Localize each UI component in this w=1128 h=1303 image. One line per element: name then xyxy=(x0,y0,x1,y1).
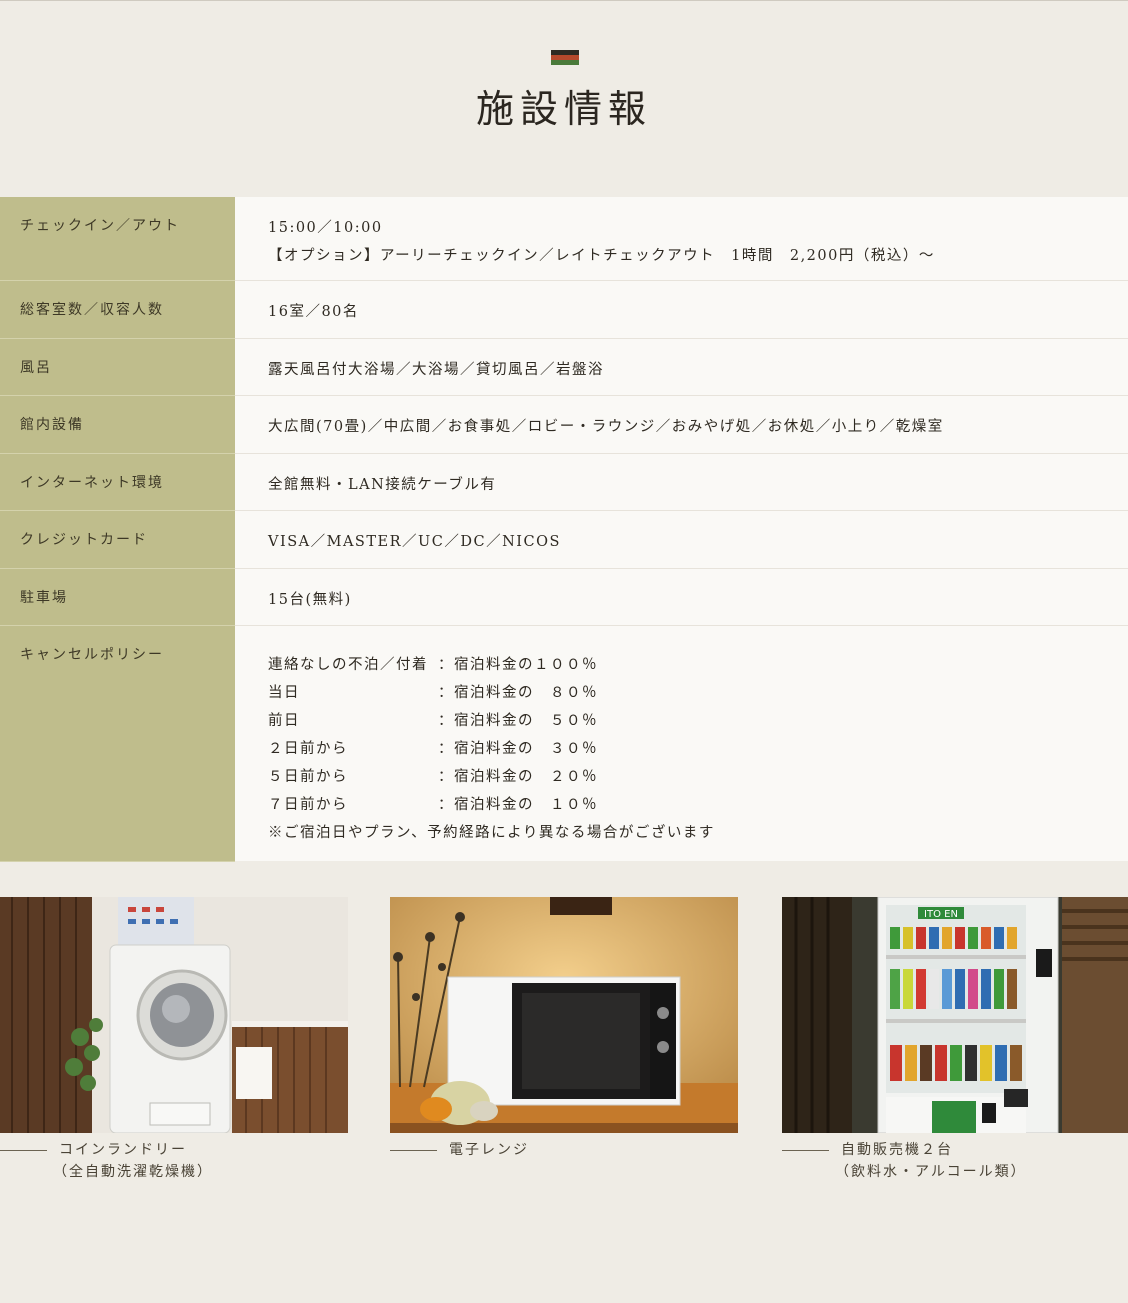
cancel-when: 当日 xyxy=(268,685,300,701)
value-line: VISA／MASTER／UC／DC／NICOS xyxy=(268,534,561,550)
caption-title: コインランドリー xyxy=(59,1142,187,1158)
row-value: 15:00／10:00 【オプション】アーリーチェックイン／レイトチェックアウト… xyxy=(235,197,1128,280)
cancel-policy-note: ※ご宿泊日やプラン、予約経路により異なる場合がございます xyxy=(268,825,715,841)
cancel-policy-row: 前日 ：宿泊料金の ５０％ xyxy=(268,707,1128,735)
caption-title: 自動販売機２台 xyxy=(841,1142,953,1158)
cancel-fee: ：宿泊料金の ５０％ xyxy=(438,713,598,729)
caption-title: 電子レンジ xyxy=(449,1142,529,1158)
row-value: 全館無料・LAN接続ケーブル有 xyxy=(235,454,1128,510)
caption-sub: （飲料水・アルコール類） xyxy=(835,1164,1027,1180)
info-row-facilities: 館内設備 大広間(70畳)／中広間／お食事処／ロビー・ラウンジ／おみやげ処／お休… xyxy=(0,396,1128,454)
row-label: キャンセルポリシー xyxy=(0,626,235,862)
microwave-illustration xyxy=(390,897,738,1133)
cancel-policy-list: 連絡なしの不泊／付着 ：宿泊料金の１００％ 当日 ：宿泊料金の ８０％ 前日 ：… xyxy=(268,651,1128,847)
value-line: 15台(無料) xyxy=(268,592,352,608)
cancel-policy-row: ５日前から ：宿泊料金の ２０％ xyxy=(268,763,1128,791)
value-line: 【オプション】アーリーチェックイン／レイトチェックアウト 1時間 2,200円（… xyxy=(268,248,935,264)
row-value: VISA／MASTER／UC／DC／NICOS xyxy=(235,511,1128,568)
row-label: クレジットカード xyxy=(0,511,235,569)
flag-stripe-bottom xyxy=(551,60,579,65)
row-label: 総客室数／収容人数 xyxy=(0,281,235,339)
cancel-fee: ：宿泊料金の１００％ xyxy=(438,657,598,673)
row-label: チェックイン／アウト xyxy=(0,197,235,281)
photo-card-microwave: 電子レンジ xyxy=(390,897,738,1161)
page-title: 施設情報 xyxy=(475,87,652,131)
info-row-checkin: チェックイン／アウト 15:00／10:00 【オプション】アーリーチェックイン… xyxy=(0,197,1128,281)
photo-card-laundry: コインランドリー （全自動洗濯乾燥機） xyxy=(0,897,348,1183)
cancel-when: 連絡なしの不泊／付着 xyxy=(268,657,428,673)
laundry-illustration xyxy=(0,897,348,1133)
photo-caption: コインランドリー （全自動洗濯乾燥機） xyxy=(0,1139,348,1183)
top-divider xyxy=(0,0,1128,1)
cancel-when: ２日前から xyxy=(268,741,348,757)
row-label: 館内設備 xyxy=(0,396,235,454)
photo-caption: 電子レンジ xyxy=(390,1139,738,1161)
caption-dash xyxy=(782,1150,829,1151)
info-row-cancel-policy: キャンセルポリシー 連絡なしの不泊／付着 ：宿泊料金の１００％ 当日 ：宿泊料金… xyxy=(0,626,1128,862)
value-line: 大広間(70畳)／中広間／お食事処／ロビー・ラウンジ／おみやげ処／お休処／小上り… xyxy=(268,419,944,435)
info-row-internet: インターネット環境 全館無料・LAN接続ケーブル有 xyxy=(0,454,1128,511)
value-line: 15:00／10:00 xyxy=(268,220,383,236)
row-label: インターネット環境 xyxy=(0,454,235,511)
info-row-bath: 風呂 露天風呂付大浴場／大浴場／貸切風呂／岩盤浴 xyxy=(0,339,1128,396)
cancel-when: ７日前から xyxy=(268,797,348,813)
vending-photo: ITO EN xyxy=(782,897,1128,1133)
row-value: 大広間(70畳)／中広間／お食事処／ロビー・ラウンジ／おみやげ処／お休処／小上り… xyxy=(235,396,1128,453)
vending-illustration: ITO EN xyxy=(782,897,1128,1133)
cancel-policy-row: 連絡なしの不泊／付着 ：宿泊料金の１００％ xyxy=(268,651,1128,679)
caption-dash xyxy=(390,1150,437,1151)
row-value: 連絡なしの不泊／付着 ：宿泊料金の１００％ 当日 ：宿泊料金の ８０％ 前日 ：… xyxy=(235,626,1128,861)
info-row-parking: 駐車場 15台(無料) xyxy=(0,569,1128,626)
cancel-fee: ：宿泊料金の １０％ xyxy=(438,797,598,813)
drink-row-bottom xyxy=(890,1045,1022,1081)
info-row-credit: クレジットカード VISA／MASTER／UC／DC／NICOS xyxy=(0,511,1128,569)
cancel-policy-row: ２日前から ：宿泊料金の ３０％ xyxy=(268,735,1128,763)
laundry-photo xyxy=(0,897,348,1133)
row-label: 風呂 xyxy=(0,339,235,396)
info-row-rooms: 総客室数／収容人数 16室／80名 xyxy=(0,281,1128,339)
row-value: 露天風呂付大浴場／大浴場／貸切風呂／岩盤浴 xyxy=(235,339,1128,395)
photo-caption: 自動販売機２台 （飲料水・アルコール類） xyxy=(782,1139,1128,1183)
cancel-when: 前日 xyxy=(268,713,300,729)
row-value: 16室／80名 xyxy=(235,281,1128,338)
row-label: 駐車場 xyxy=(0,569,235,626)
facility-info-table: チェックイン／アウト 15:00／10:00 【オプション】アーリーチェックイン… xyxy=(0,197,1128,862)
value-line: 露天風呂付大浴場／大浴場／貸切風呂／岩盤浴 xyxy=(268,362,604,378)
microwave-photo xyxy=(390,897,738,1133)
flag-icon xyxy=(551,50,579,65)
cancel-policy-row: ７日前から ：宿泊料金の １０％ xyxy=(268,791,1128,819)
cancel-fee: ：宿泊料金の ３０％ xyxy=(438,741,598,757)
value-line: 全館無料・LAN接続ケーブル有 xyxy=(268,477,497,493)
caption-sub: （全自動洗濯乾燥機） xyxy=(53,1164,213,1180)
cancel-when: ５日前から xyxy=(268,769,348,785)
vending-brand-text: ITO EN xyxy=(924,909,958,920)
photo-card-vending: ITO EN 自動販売機２台 （飲料水・アルコール類） xyxy=(782,897,1128,1183)
row-value: 15台(無料) xyxy=(235,569,1128,625)
cancel-fee: ：宿泊料金の ２０％ xyxy=(438,769,598,785)
caption-dash xyxy=(0,1150,47,1151)
cancel-policy-row: 当日 ：宿泊料金の ８０％ xyxy=(268,679,1128,707)
cancel-fee: ：宿泊料金の ８０％ xyxy=(438,685,598,701)
value-line: 16室／80名 xyxy=(268,304,359,320)
